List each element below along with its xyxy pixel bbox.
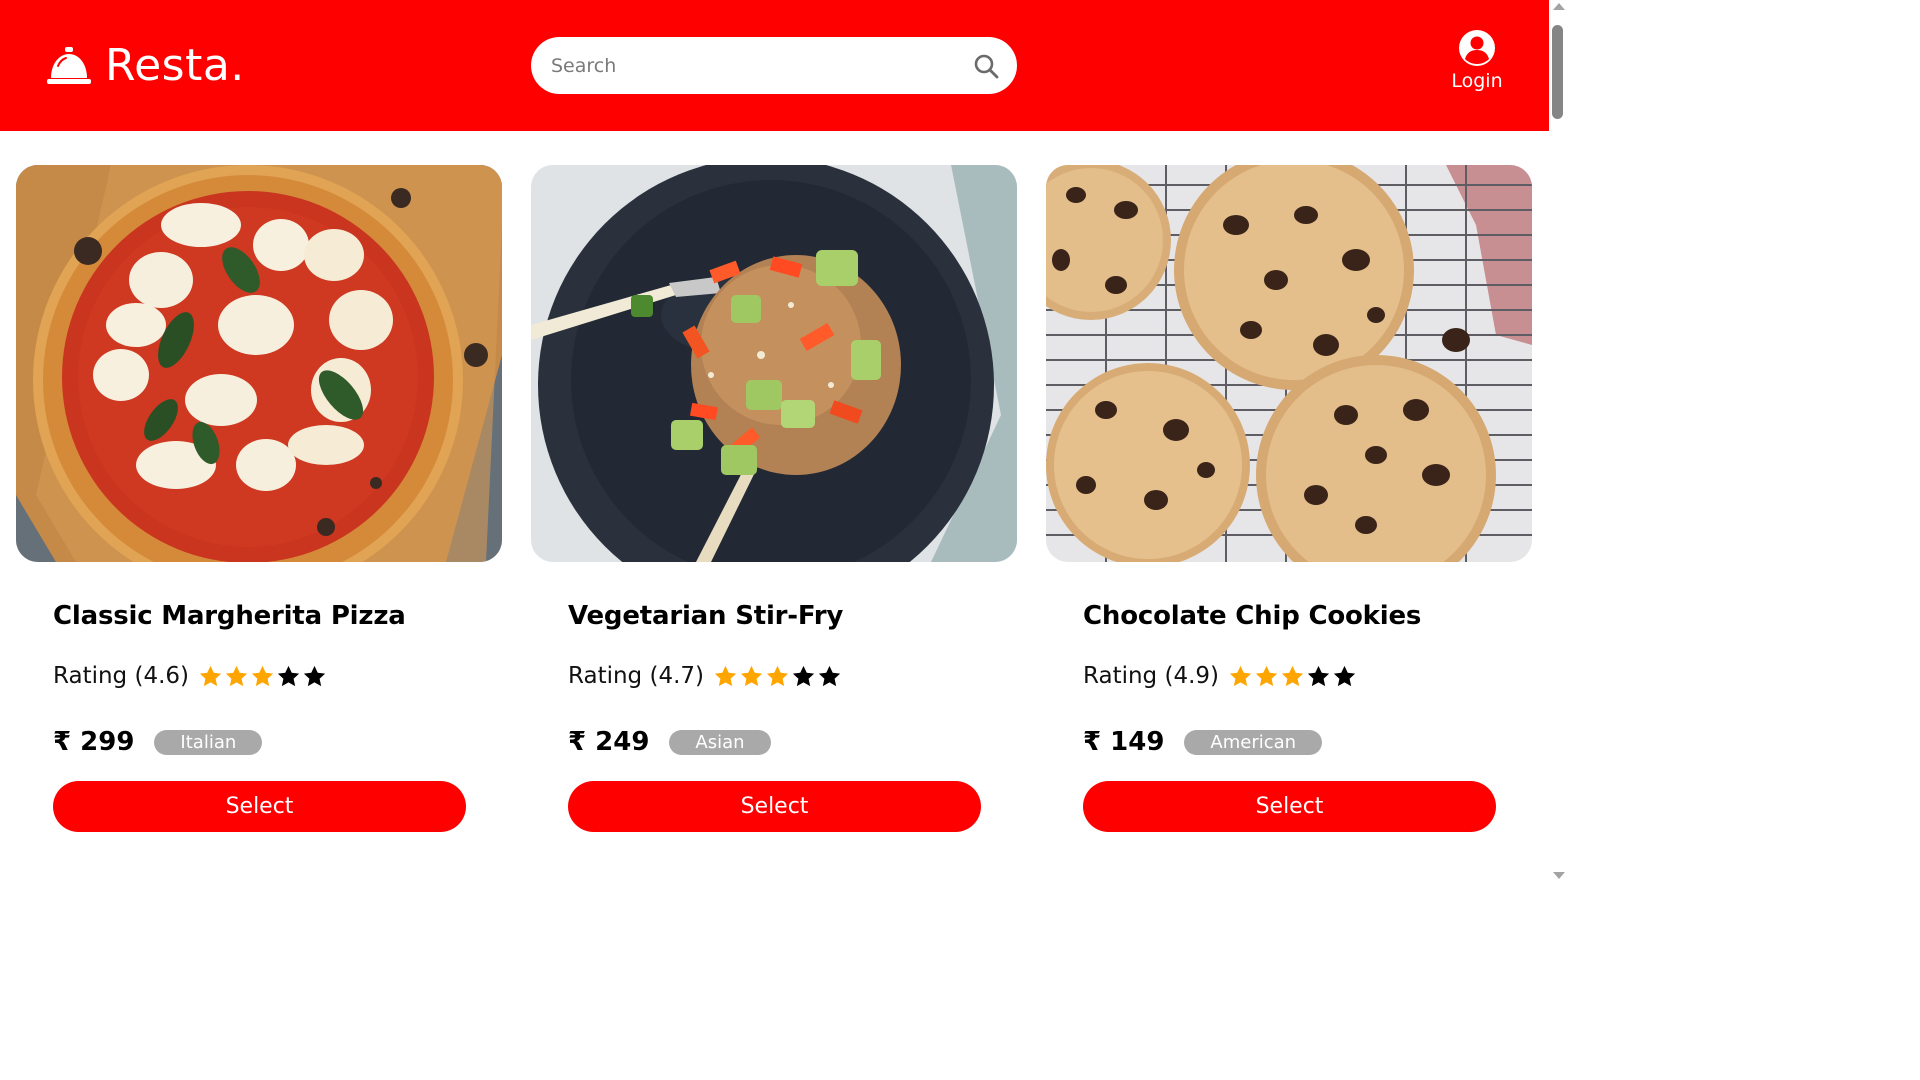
service-bell-icon — [47, 47, 91, 84]
brand-logo[interactable]: Resta. — [46, 42, 245, 90]
scrollbar-thumb[interactable] — [1552, 25, 1563, 119]
star-empty-icon — [1307, 665, 1330, 686]
dish-price: ₹ 299 — [53, 727, 135, 757]
rating-label: Rating (4.6) — [53, 663, 189, 689]
search-bar — [531, 37, 1017, 94]
top-header: Resta. Login — [0, 0, 1549, 131]
star-filled-icon — [251, 665, 274, 686]
rating-row: Rating (4.6) — [53, 659, 328, 693]
star-filled-icon — [740, 665, 763, 686]
star-filled-icon — [1229, 665, 1252, 686]
dish-title: Vegetarian Stir-Fry — [568, 601, 844, 631]
star-filled-icon — [714, 665, 737, 686]
price-row: ₹ 299 Italian — [53, 725, 263, 759]
rating-row: Rating (4.9) — [1083, 659, 1358, 693]
star-empty-icon — [792, 665, 815, 686]
star-empty-icon — [303, 665, 326, 686]
rating-label: Rating (4.7) — [568, 663, 704, 689]
dish-price: ₹ 149 — [1083, 727, 1165, 757]
page-scrollbar[interactable] — [1549, 0, 1568, 882]
select-button[interactable]: Select — [53, 781, 466, 832]
star-empty-icon — [818, 665, 841, 686]
brand-name: Resta. — [105, 40, 245, 91]
dish-price: ₹ 249 — [568, 727, 650, 757]
rating-label: Rating (4.9) — [1083, 663, 1219, 689]
search-icon[interactable] — [973, 53, 999, 79]
cuisine-tag: Italian — [154, 729, 263, 755]
star-rating — [198, 664, 328, 689]
rating-row: Rating (4.7) — [568, 659, 843, 693]
cuisine-tag: American — [1184, 729, 1323, 755]
dish-image-pizza[interactable] — [16, 165, 502, 562]
dish-title: Chocolate Chip Cookies — [1083, 601, 1422, 631]
scroll-up-icon[interactable] — [1553, 3, 1565, 10]
dish-image-stir-fry[interactable] — [531, 165, 1017, 562]
dish-image-cookies[interactable] — [1046, 165, 1532, 562]
cuisine-tag: Asian — [669, 729, 771, 755]
dish-card: Vegetarian Stir-Fry Rating (4.7) ₹ 249 A… — [531, 165, 1017, 855]
price-row: ₹ 249 Asian — [568, 725, 771, 759]
dish-card: Chocolate Chip Cookies Rating (4.9) ₹ 14… — [1046, 165, 1532, 855]
price-row: ₹ 149 American — [1083, 725, 1323, 759]
dish-title: Classic Margherita Pizza — [53, 601, 406, 631]
user-circle-icon — [1459, 30, 1495, 66]
select-button[interactable]: Select — [1083, 781, 1496, 832]
select-button[interactable]: Select — [568, 781, 981, 832]
star-filled-icon — [1281, 665, 1304, 686]
star-rating — [1228, 664, 1358, 689]
search-input[interactable] — [549, 45, 953, 87]
star-filled-icon — [766, 665, 789, 686]
star-filled-icon — [225, 665, 248, 686]
login-label: Login — [1451, 70, 1503, 92]
star-rating — [713, 664, 843, 689]
star-filled-icon — [1255, 665, 1278, 686]
scroll-down-icon[interactable] — [1553, 872, 1565, 879]
dish-card: Classic Margherita Pizza Rating (4.6) ₹ … — [16, 165, 502, 855]
star-filled-icon — [199, 665, 222, 686]
login-button[interactable]: Login — [1440, 29, 1514, 93]
star-empty-icon — [277, 665, 300, 686]
star-empty-icon — [1333, 665, 1356, 686]
